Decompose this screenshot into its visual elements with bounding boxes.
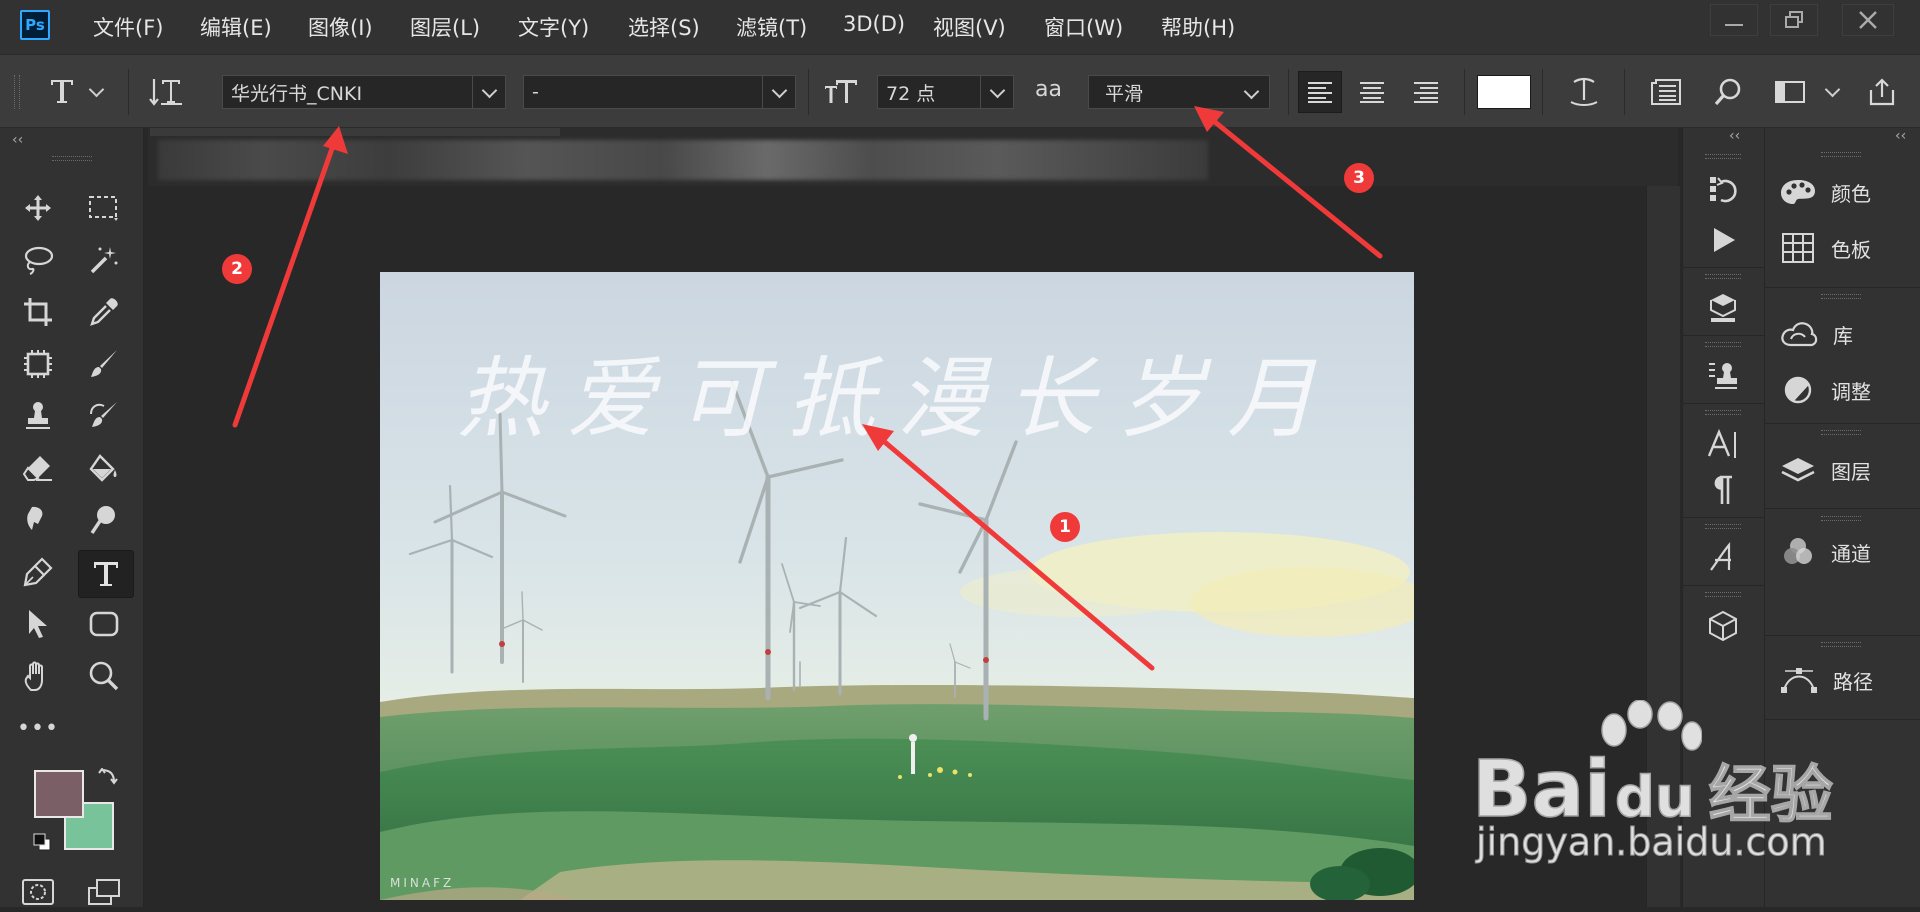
baidu-jingyan-watermark: Bai du 经验 jingyan.baidu.com [1471,700,1892,900]
annotation-arrow-1 [877,435,1155,671]
annotation-badge-1: 1 [1050,512,1080,542]
annotation-badge-2: 2 [222,254,252,284]
arrowhead-2 [323,126,348,154]
baidu-url: jingyan.baidu.com [1476,820,1828,865]
annotation-badge-3: 3 [1344,163,1374,193]
annotation-arrow-2 [232,137,338,428]
